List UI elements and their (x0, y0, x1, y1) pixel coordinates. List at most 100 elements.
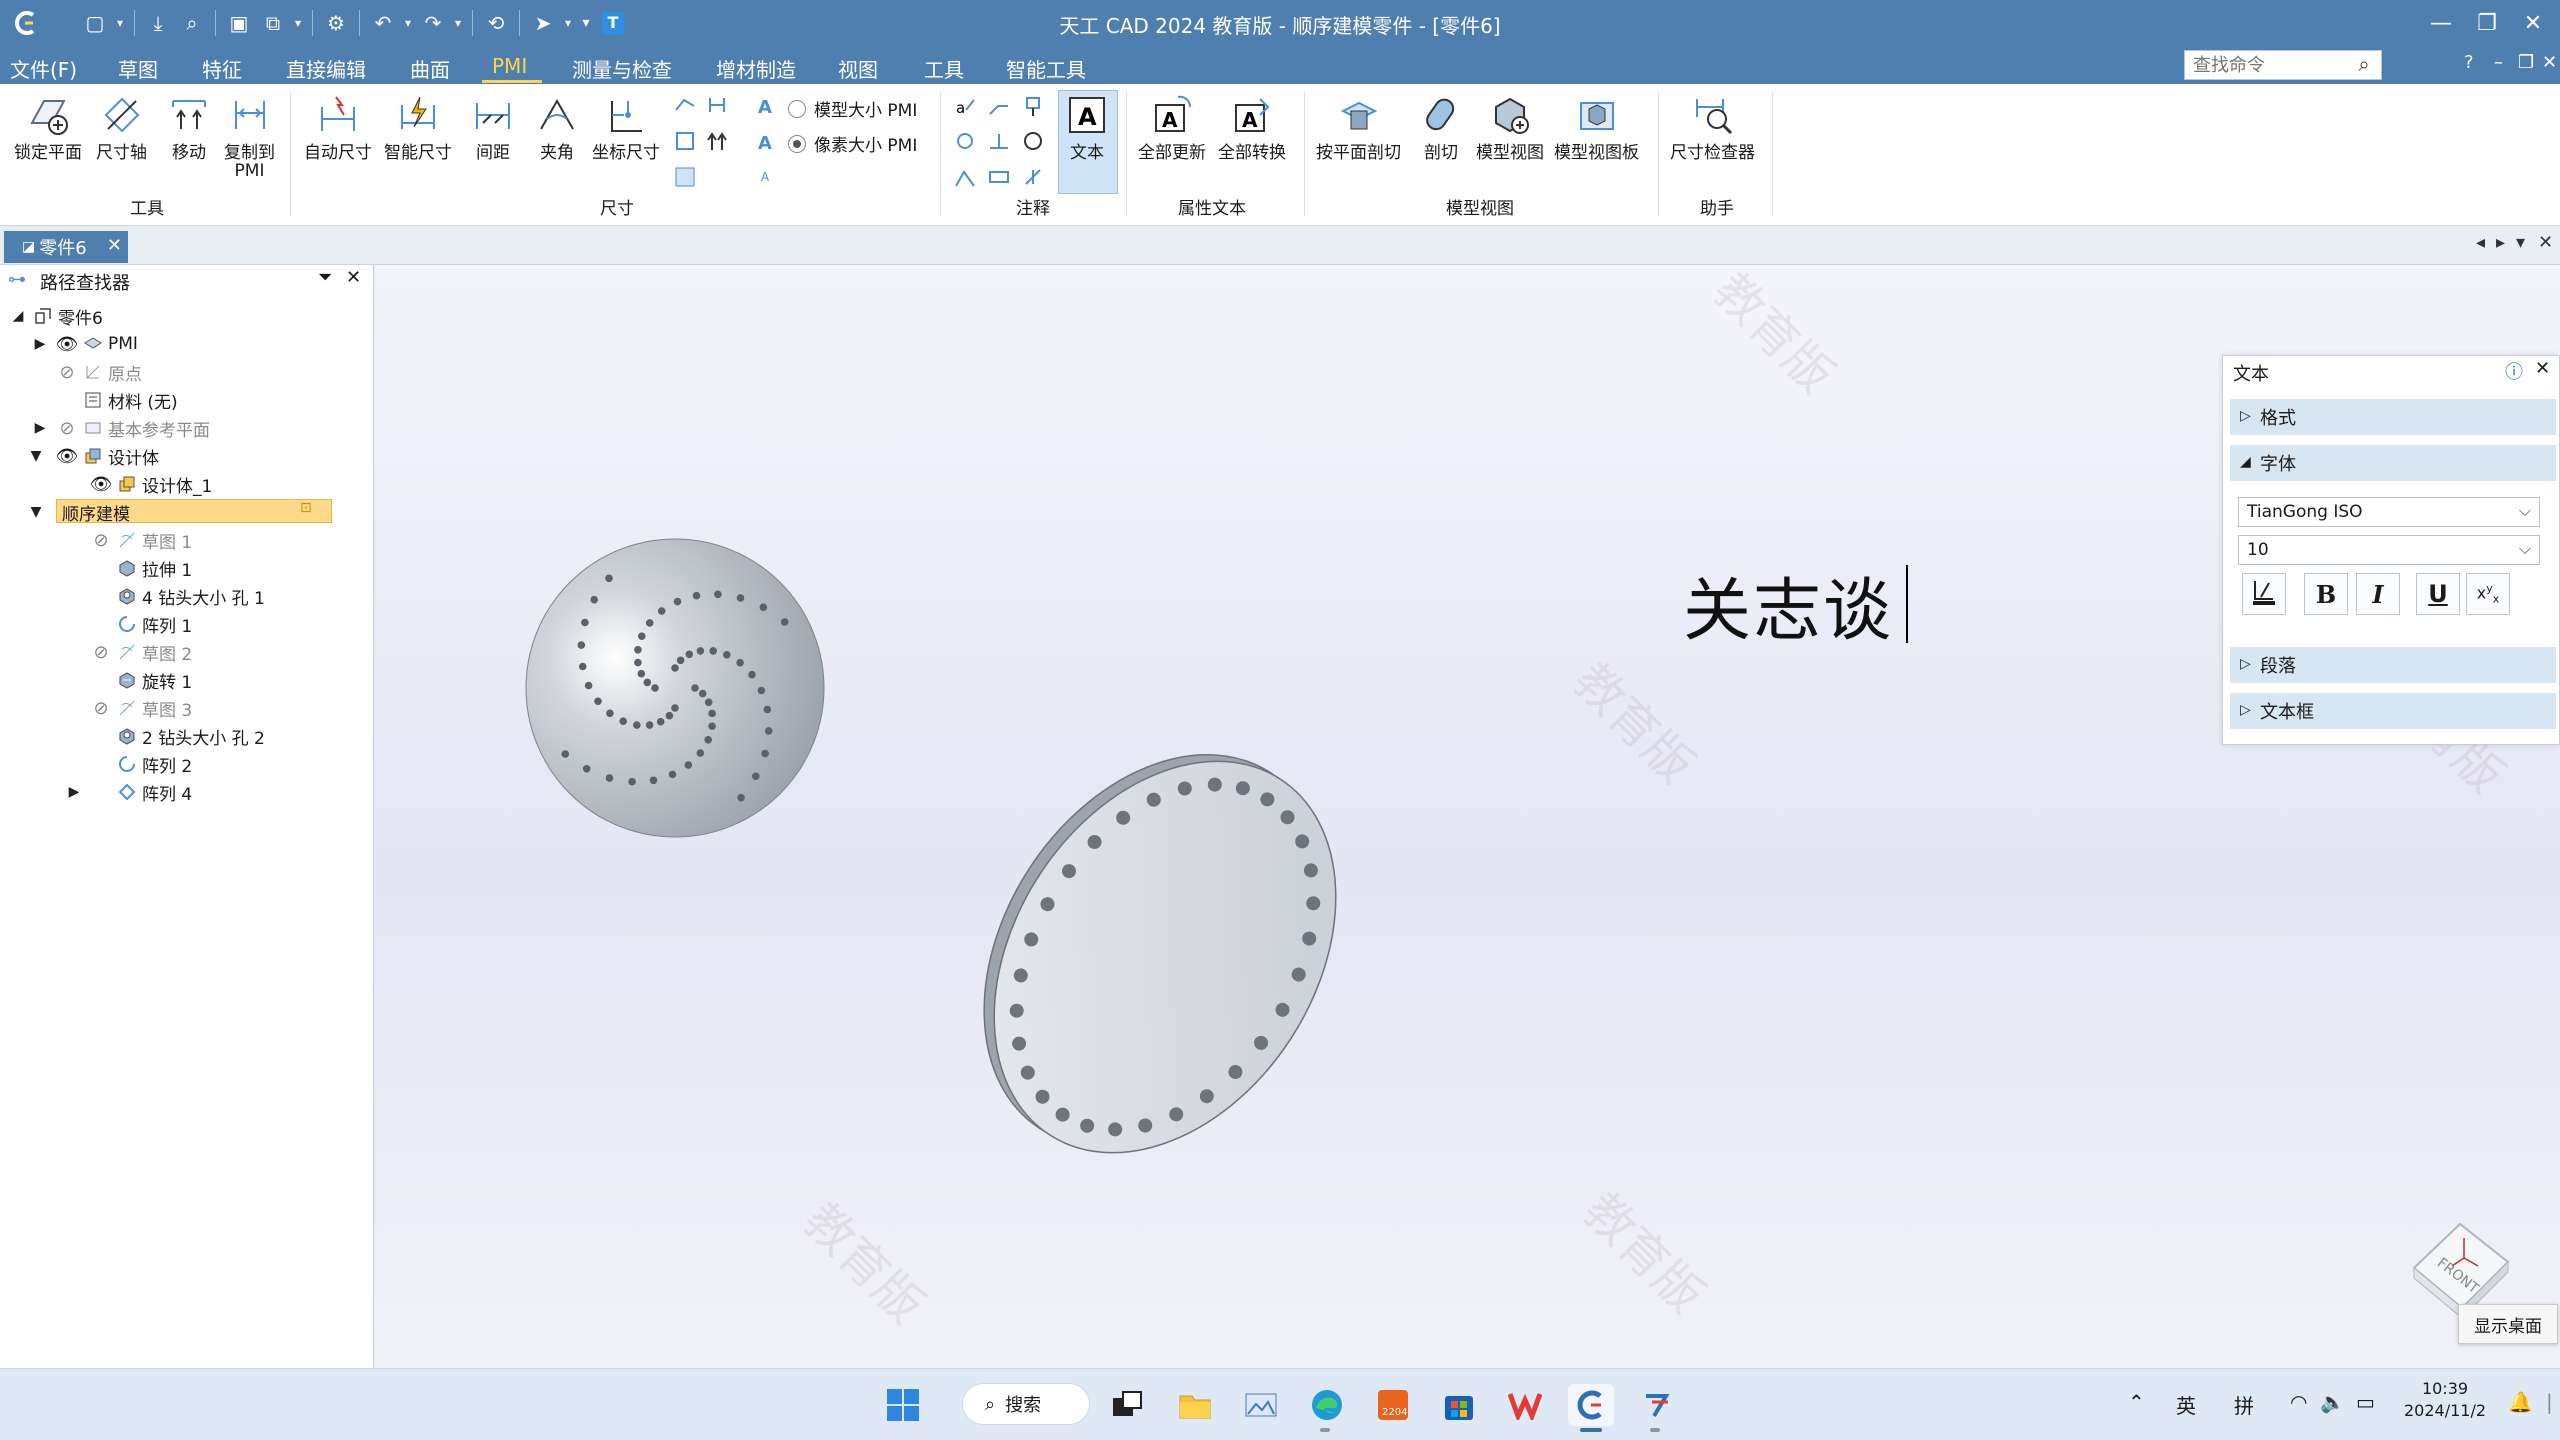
lock-plane-button[interactable]: 锁定平面 (14, 92, 82, 162)
section-font[interactable]: ◢ 字体 (2230, 445, 2556, 481)
file-explorer-icon[interactable] (1172, 1384, 1218, 1426)
panel-close-icon[interactable]: ✕ (346, 267, 361, 288)
model-view-button[interactable]: 模型视图 (1476, 92, 1544, 162)
tree-item-sketch-1[interactable]: 草图 1 (116, 527, 192, 553)
section-format[interactable]: ▷ 格式 (2230, 399, 2556, 435)
smart-dimension-button[interactable]: 智能尺寸 (384, 92, 452, 162)
copy-to-pmi-button[interactable]: 复制到 PMI (224, 92, 275, 180)
dimension-align-icon[interactable] (704, 92, 730, 118)
menu-tools[interactable]: 工具 (924, 54, 964, 83)
collapse-triangle-icon[interactable]: ▼ (28, 499, 44, 525)
taskbar-search-box[interactable]: ⌕ 搜索 (962, 1383, 1090, 1425)
collapse-triangle-icon[interactable]: ▼ (28, 443, 44, 469)
text-enlarge-icon[interactable]: A (752, 130, 778, 156)
doc-restore-icon[interactable]: ❐ (2518, 52, 2534, 73)
hidden-eye-icon[interactable]: ⊘ (56, 359, 78, 385)
tree-item-sketch-3[interactable]: 草图 3 (116, 695, 192, 721)
distance-button[interactable]: 间距 (470, 92, 516, 162)
doc-minimize-icon[interactable]: – (2494, 52, 2503, 73)
plane-cut-button[interactable]: 按平面剖切 (1316, 92, 1401, 162)
tiangong-app-icon[interactable] (1634, 1384, 1680, 1426)
hidden-eye-icon[interactable]: ⊘ (90, 695, 112, 721)
weld-symbol-icon[interactable] (986, 128, 1012, 154)
search-icon[interactable]: ⌕ (2350, 52, 2378, 78)
section-paragraph[interactable]: ▷ 段落 (2230, 647, 2556, 683)
expand-triangle-icon[interactable]: ▶ (32, 331, 48, 357)
collapse-triangle-icon[interactable]: ◢ (10, 303, 26, 329)
edge-condition-icon[interactable] (952, 164, 978, 190)
restore-icon[interactable]: ❐ (2464, 6, 2510, 40)
undo-icon[interactable]: ↶ (366, 6, 400, 40)
section-button[interactable]: 剖切 (1418, 92, 1464, 162)
tree-item-sketch-2[interactable]: 草图 2 (116, 639, 192, 665)
coordinate-dimension-button[interactable]: 坐标尺寸 (592, 92, 660, 162)
leader-icon[interactable]: a (952, 94, 978, 120)
tree-item-part[interactable]: 零件6 (32, 303, 103, 329)
tab-scroll-right-icon[interactable]: ▸ (2496, 232, 2505, 253)
tree-item-extrude-1[interactable]: 拉伸 1 (116, 555, 192, 581)
help-icon[interactable]: ⓘ (2505, 358, 2523, 384)
expand-triangle-icon[interactable]: ▶ (66, 779, 82, 805)
feature-control-frame-icon[interactable] (1020, 128, 1046, 154)
pmi-text-annotation[interactable]: 关志谈 (1683, 555, 1893, 654)
dropdown-icon[interactable]: ▾ (450, 6, 466, 40)
dimension-axis-button[interactable]: 尺寸轴 (96, 92, 147, 162)
callout-icon[interactable] (1020, 164, 1046, 190)
font-name-dropdown[interactable]: TianGong ISO ⌵ (2238, 497, 2540, 527)
pixel-size-pmi-radio[interactable]: 像素大小 PMI (788, 131, 917, 156)
datum-target-icon[interactable] (986, 164, 1012, 190)
move-button[interactable]: 移动 (166, 92, 212, 162)
menu-smart-tools[interactable]: 智能工具 (1006, 54, 1086, 83)
panel-close-icon[interactable]: ✕ (2535, 358, 2550, 379)
panel-menu-icon[interactable]: ⏷ (318, 267, 332, 288)
customize-icon[interactable]: ▾ (576, 6, 596, 40)
dimension-arrange-icon[interactable] (704, 128, 730, 154)
visibility-eye-icon[interactable]: 👁 (56, 331, 79, 357)
dimension-checker-button[interactable]: 尺寸检查器 (1670, 92, 1755, 162)
edge-browser-icon[interactable] (1304, 1384, 1350, 1426)
tree-item-design-body[interactable]: 设计体 (82, 443, 159, 469)
new-file-icon[interactable]: ▢ (78, 6, 112, 40)
model-view-board-button[interactable]: 模型视图板 (1554, 92, 1639, 162)
tree-item-pattern-4[interactable]: 阵列 4 (116, 779, 192, 805)
menu-view[interactable]: 视图 (838, 54, 878, 83)
show-desktop-edge[interactable]: | (2546, 1390, 2553, 1414)
doc-close-icon[interactable]: ✕ (2542, 52, 2557, 73)
angle-button[interactable]: 夹角 (534, 92, 580, 162)
hidden-eye-icon[interactable]: ⊘ (90, 639, 112, 665)
wifi-icon[interactable]: ◠ (2290, 1390, 2307, 1414)
superscript-subscript-button[interactable]: xyx (2466, 573, 2510, 615)
menu-pmi[interactable]: PMI (492, 54, 527, 78)
balloon-icon[interactable] (986, 94, 1012, 120)
photos-app-icon[interactable] (1238, 1384, 1284, 1426)
hidden-eye-icon[interactable]: ⊘ (56, 415, 78, 441)
tree-item-ordered-modeling[interactable]: 顺序建模 (58, 499, 130, 525)
tree-item-origin[interactable]: 原点 (82, 359, 142, 385)
dimension-table-icon[interactable] (672, 164, 698, 190)
select-arrow-icon[interactable]: ➤ (526, 6, 560, 40)
tray-overflow-chevron-icon[interactable]: ⌃ (2128, 1390, 2145, 1414)
bold-button[interactable]: B (2304, 573, 2348, 615)
wps-office-icon[interactable] (1502, 1384, 1548, 1426)
back-icon[interactable]: ⟲ (479, 6, 513, 40)
dimension-style-icon[interactable] (672, 92, 698, 118)
help-icon[interactable]: ? (2464, 52, 2474, 73)
model-size-pmi-radio[interactable]: 模型大小 PMI (788, 96, 917, 121)
update-all-button[interactable]: A 全部更新 (1138, 92, 1206, 162)
text-scale-icon[interactable]: A (752, 94, 778, 120)
app-logo-icon[interactable] (8, 6, 42, 40)
ime-language[interactable]: 英 (2176, 1390, 2196, 1419)
start-menu-icon[interactable] (880, 1384, 926, 1426)
datum-icon[interactable] (1020, 94, 1046, 120)
minimize-icon[interactable]: — (2418, 6, 2464, 40)
find-file-icon[interactable]: ⌕ (175, 6, 209, 40)
tiangong-cad-taskbar-icon[interactable] (1568, 1384, 1614, 1426)
menu-measure-inspect[interactable]: 测量与检查 (572, 54, 672, 83)
tree-item-material[interactable]: 材料 (无) (82, 387, 178, 413)
battery-icon[interactable]: ▭ (2356, 1390, 2375, 1414)
text-button[interactable]: A 文本 (1064, 92, 1110, 162)
task-view-icon[interactable] (1104, 1384, 1150, 1426)
menu-surface[interactable]: 曲面 (410, 54, 450, 83)
surface-texture-icon[interactable] (952, 128, 978, 154)
dropdown-icon[interactable]: ▾ (112, 6, 128, 40)
